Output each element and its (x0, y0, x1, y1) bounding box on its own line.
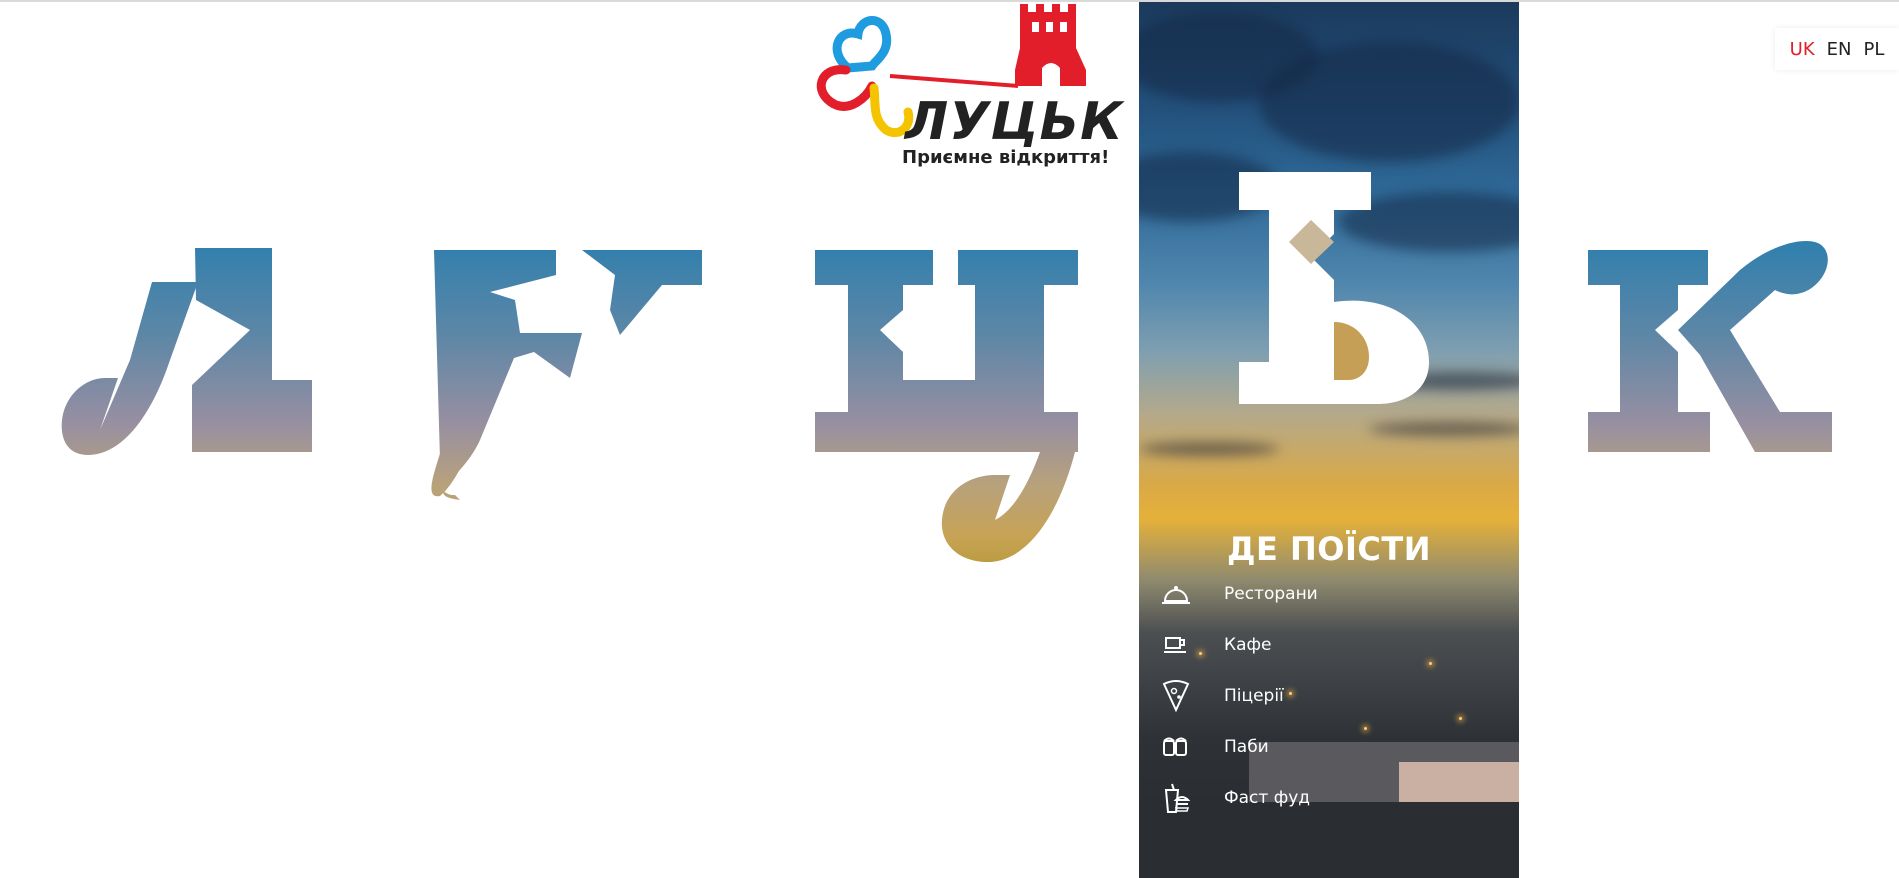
fast-food-icon (1159, 781, 1193, 815)
menu-item-label: Паби (1224, 736, 1269, 757)
menu-item-restaurants[interactable]: Ресторани (1159, 568, 1499, 619)
pizza-slice-icon (1159, 679, 1193, 713)
letter-u (431, 250, 702, 500)
menu-item-cafes[interactable]: Кафе (1159, 619, 1499, 670)
menu-item-fast-food[interactable]: Фаст фуд (1159, 772, 1499, 823)
beer-mugs-icon (1159, 730, 1193, 764)
menu-item-label: Кафе (1224, 634, 1272, 655)
letter-l (61, 248, 312, 455)
panel-title: ДЕ ПОЇСТИ (1227, 530, 1431, 568)
menu-item-pubs[interactable]: Паби (1159, 721, 1499, 772)
brand-tagline: Приємне відкриття! (902, 147, 1110, 168)
brand-wordmark: ЛУЦЬК (905, 92, 1124, 152)
cloche-icon (1159, 577, 1193, 611)
lang-en[interactable]: EN (1827, 39, 1852, 60)
coffee-cup-icon (1159, 628, 1193, 662)
language-switcher: UK EN PL (1775, 28, 1899, 70)
lang-pl[interactable]: PL (1863, 39, 1884, 60)
letter-ts (815, 250, 1078, 563)
menu-item-label: Фаст фуд (1224, 787, 1311, 808)
food-category-menu: Ресторани Кафе Піцерії Паби Фаст фуд (1159, 568, 1499, 823)
menu-item-pizzerias[interactable]: Піцерії (1159, 670, 1499, 721)
letter-k (1588, 240, 1832, 452)
letter-soft-sign (1239, 172, 1429, 404)
where-to-eat-panel: ДЕ ПОЇСТИ Ресторани Кафе Піцерії Паби Фа… (1139, 2, 1519, 878)
lang-uk[interactable]: UK (1790, 39, 1815, 60)
menu-item-label: Ресторани (1224, 583, 1318, 604)
menu-item-label: Піцерії (1224, 685, 1284, 706)
